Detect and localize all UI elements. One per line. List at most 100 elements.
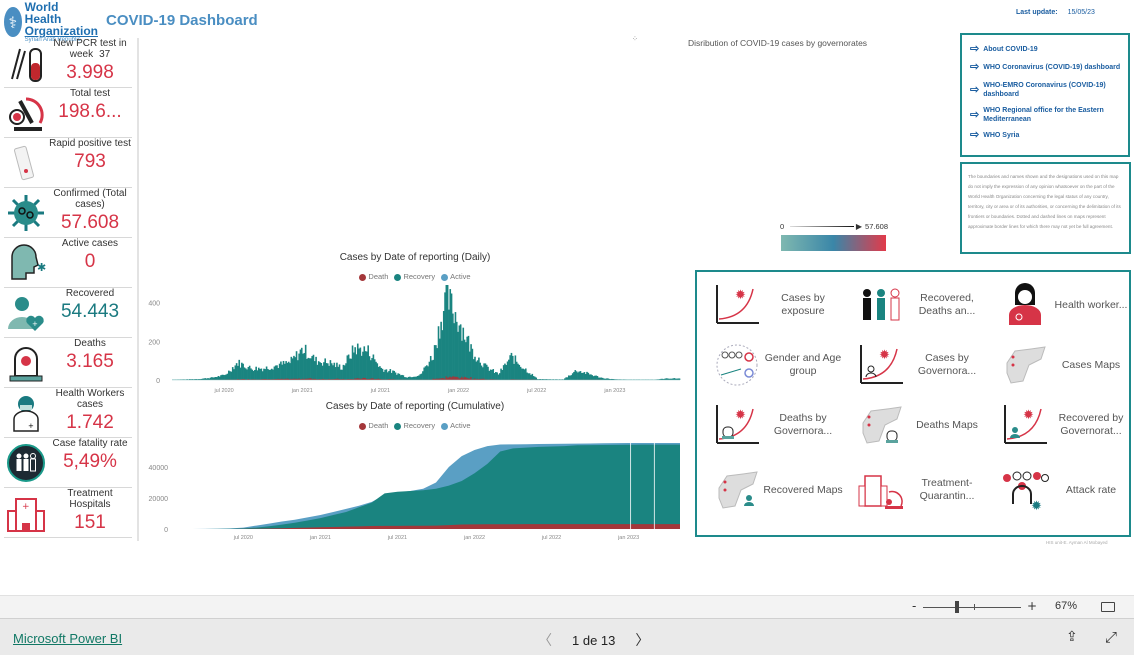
kpi-card[interactable]: ✱ Active cases 0 (4, 238, 132, 288)
zoom-out-button[interactable]: - (912, 599, 916, 613)
arrow-link-icon: ⇨ (970, 83, 980, 96)
zoom-bar: - + 67% (0, 595, 1134, 619)
kpi-card[interactable]: Rapid positive test 793 (4, 138, 132, 188)
health-worker-icon: + (4, 388, 48, 437)
gender-age-icon (711, 342, 763, 388)
nav-button-label: Attack rate (1065, 483, 1117, 496)
nav-button[interactable]: ✹ Cases by exposure (711, 279, 851, 331)
svg-text:✹: ✹ (735, 408, 746, 423)
fullscreen-icon[interactable]: ⤢ (1105, 628, 1117, 646)
y-tick-label: 0 (164, 527, 168, 534)
daily-chart-title: Cases by Date of reporting (Daily) (339, 252, 491, 263)
power-bi-link[interactable]: Microsoft Power BI (13, 631, 122, 646)
divider (137, 38, 139, 541)
nav-button[interactable]: ✹ Recovered by Governorat... (999, 399, 1134, 451)
x-tick-label: jul 2021 (370, 388, 390, 394)
link-about-covid[interactable]: ⇨ About COVID-19 (970, 43, 1128, 55)
patient-head-icon: ✱ (4, 238, 48, 287)
kpi-card[interactable]: Deaths 3.165 (4, 338, 132, 388)
map-gravestone-icon (855, 402, 907, 448)
daily-chart-legend: Death Recovery Active (140, 272, 690, 281)
fit-to-page-icon[interactable] (1101, 602, 1115, 612)
credits: HIS unit-E. Ayman Al Mobayed (1046, 540, 1108, 545)
org-name-line2: Organization (24, 24, 98, 38)
legend-recovery[interactable]: Recovery (394, 421, 435, 430)
map-disclaimer: The boundaries and names shown and the d… (960, 162, 1131, 254)
kpi-card[interactable]: New PCR test in week 37 3.998 (4, 38, 132, 88)
nav-button[interactable]: ✹ Deaths by Governora... (711, 399, 851, 451)
map-color-scale (781, 235, 886, 251)
nav-button-label: Treatment-Quarantin... (919, 477, 975, 502)
svg-text:✹: ✹ (735, 288, 746, 303)
nav-button[interactable]: Recovered, Deaths an... (855, 279, 995, 331)
people-circle-icon (4, 438, 48, 487)
share-icon[interactable]: ⇪ (1066, 629, 1078, 645)
link-emro-dashboard[interactable]: ⇨ WHO-EMRO Coronavirus (COVID-19) dashboa… (970, 81, 1128, 99)
legend-active[interactable]: Active (441, 421, 471, 430)
nav-button[interactable]: Treatment-Quarantin... (855, 464, 995, 516)
kpi-value: 151 (74, 512, 106, 533)
svg-text:✱: ✱ (37, 261, 46, 274)
legend-active[interactable]: Active (441, 272, 471, 281)
nav-button[interactable]: Recovered Maps (711, 464, 851, 516)
kpi-card[interactable]: Case fatality rate 5,49% (4, 438, 132, 488)
nav-button[interactable]: Gender and Age group (711, 339, 851, 391)
kpi-value: 5,49% (63, 451, 117, 472)
svg-text:✹: ✹ (879, 348, 890, 363)
nav-button[interactable]: Deaths Maps (855, 399, 995, 451)
kpi-card[interactable]: Total test 198.6... (4, 88, 132, 138)
kpi-value: 198.6... (58, 101, 122, 122)
hospital-icon: + (4, 488, 48, 537)
y-tick-label: 0 (156, 378, 160, 385)
next-page-button[interactable]: 〉 (635, 630, 649, 650)
legend-death[interactable]: Death (359, 421, 388, 430)
x-tick-label: jul 2022 (541, 535, 561, 541)
nav-button-label: Deaths by Governora... (773, 412, 833, 437)
nav-button[interactable]: Cases Maps (999, 339, 1134, 391)
arrow-link-icon: ⇨ (970, 108, 980, 121)
kpi-label: Recovered (65, 288, 115, 299)
x-tick-label: jul 2020 (233, 535, 253, 541)
kpi-label: Active cases (61, 238, 119, 249)
kpi-label: Deaths (74, 338, 106, 349)
chart-recovered-icon: ✹ (999, 402, 1051, 448)
map-title: Disribution of COVID-19 cases by governo… (688, 38, 868, 48)
legend-recovery[interactable]: Recovery (394, 272, 435, 281)
nav-button[interactable]: ✹ Cases by Governora... (855, 339, 995, 391)
nav-button[interactable]: Health worker... (999, 279, 1134, 331)
arrow-link-icon: ⇨ (970, 43, 980, 55)
kpi-value: 0 (84, 251, 96, 272)
zoom-level: 67% (1055, 600, 1078, 612)
chart-virus-icon: ✹ (711, 282, 763, 328)
kpi-card[interactable]: + Treatment Hospitals 151 (4, 488, 132, 538)
kpi-week-number: 37 (99, 49, 111, 60)
zoom-slider-track[interactable] (923, 607, 1021, 608)
kpi-label: New PCR test in week 37 (53, 38, 127, 60)
nav-button-label: Cases Maps (1061, 358, 1121, 371)
syria-map-icon (999, 342, 1051, 388)
svg-text:+: + (28, 422, 34, 430)
kpi-label: Case fatality rate (52, 438, 128, 449)
y-tick-label: 400 (148, 301, 160, 308)
kpi-card[interactable]: + Recovered 54.443 (4, 288, 132, 338)
link-emro-office[interactable]: ⇨ WHO Regional office for the Eastern Med… (970, 106, 1128, 124)
kpi-column: New PCR test in week 37 3.998 Total test 19… (4, 38, 132, 538)
previous-page-button[interactable]: 〈 (538, 630, 552, 650)
kpi-value: 1.742 (66, 412, 114, 433)
legend-death[interactable]: Death (359, 272, 388, 281)
hospital-microscope-icon (855, 467, 907, 513)
zoom-in-button[interactable]: + (1027, 599, 1037, 613)
map-focus-icon[interactable]: ⁘ (632, 35, 638, 43)
daily-chart[interactable]: 0 200 400 jul 2020 jan 2021 jul 2021 jan 2022 j… (140, 285, 690, 395)
kpi-card[interactable]: + Health Workers cases 1.742 (4, 388, 132, 438)
zoom-slider-thumb[interactable] (955, 601, 960, 613)
kpi-card[interactable]: Confirmed (Total cases) 57.608 (4, 188, 132, 238)
arrow-link-icon: ⇨ (970, 61, 980, 73)
nav-button[interactable]: ✹ Attack rate (999, 464, 1134, 516)
three-people-icon (855, 282, 907, 328)
nav-button-label: Health worker... (1054, 298, 1128, 311)
kpi-value: 3.165 (66, 351, 114, 372)
link-who-dashboard[interactable]: ⇨ WHO Coronavirus (COVID-19) dashboard (970, 61, 1128, 73)
cumulative-chart[interactable]: 0 20000 40000 jul 2020 jan 2021 jul 2021 jan 2… (140, 432, 690, 544)
link-who-syria[interactable]: ⇨ WHO Syria (970, 130, 1128, 141)
